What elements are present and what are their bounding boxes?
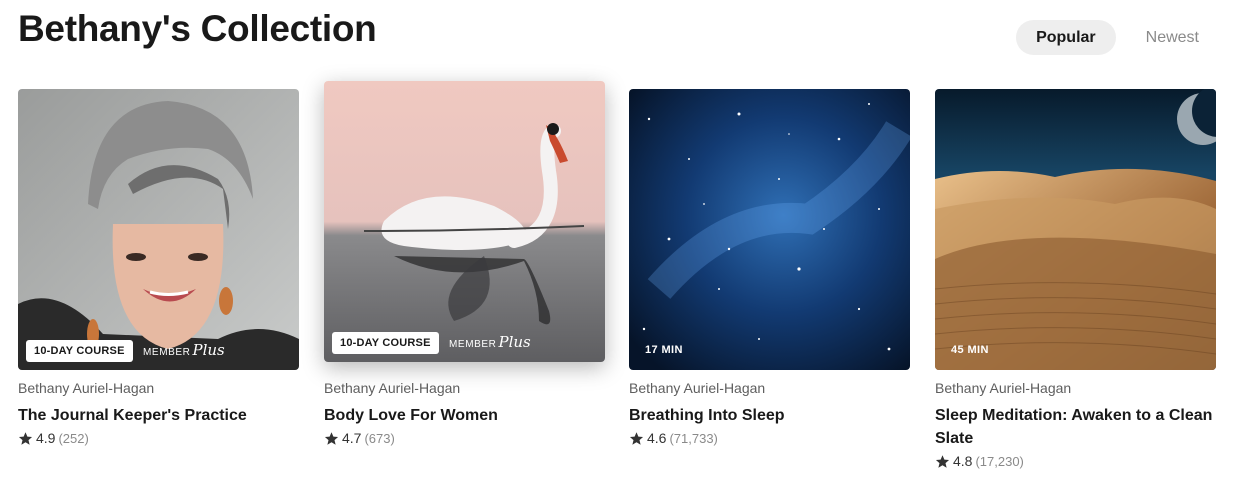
star-icon: [18, 431, 33, 445]
card-thumbnail[interactable]: 10-DAY COURSE MEMBER Plus: [18, 89, 299, 370]
card-title[interactable]: Breathing Into Sleep: [629, 404, 910, 427]
card-author[interactable]: Bethany Auriel-Hagan: [629, 380, 910, 396]
member-plus-plus-text: Plus: [192, 341, 225, 359]
rating-count: (71,733): [669, 430, 718, 446]
card-rating: 4.7 (673): [324, 430, 605, 446]
star-icon: [935, 454, 950, 468]
card-thumbnail[interactable]: 45 MIN: [935, 89, 1216, 370]
course-card[interactable]: 45 MIN Bethany Auriel-Hagan Sleep Medita…: [935, 89, 1216, 469]
card-title[interactable]: Body Love For Women: [324, 404, 605, 427]
rating-value: 4.6: [647, 430, 667, 446]
card-title[interactable]: The Journal Keeper's Practice: [18, 404, 299, 427]
card-rating: 4.8 (17,230): [935, 453, 1216, 469]
night-sky-image: [629, 89, 910, 370]
sort-popular-button[interactable]: Popular: [1016, 20, 1116, 55]
page-title: Bethany's Collection: [18, 8, 377, 49]
desert-image: [935, 89, 1216, 370]
sort-newest-button[interactable]: Newest: [1126, 20, 1219, 55]
portrait-image: [18, 89, 299, 370]
course-card[interactable]: 10-DAY COURSE MEMBER Plus Bethany Auriel…: [324, 81, 605, 446]
rating-count: (673): [364, 430, 395, 446]
course-card[interactable]: 10-DAY COURSE MEMBER Plus Bethany Auriel…: [18, 89, 299, 446]
course-card[interactable]: 17 MIN Bethany Auriel-Hagan Breathing In…: [629, 89, 910, 446]
member-plus-plus-text: Plus: [498, 333, 531, 351]
card-rating: 4.6 (71,733): [629, 430, 910, 446]
member-plus-member-text: MEMBER: [143, 347, 191, 358]
card-author[interactable]: Bethany Auriel-Hagan: [324, 380, 605, 396]
rating-value: 4.8: [953, 453, 973, 469]
rating-count: (17,230): [975, 453, 1024, 469]
duration-badge: 45 MIN: [951, 344, 989, 356]
card-author[interactable]: Bethany Auriel-Hagan: [935, 380, 1216, 396]
rating-value: 4.7: [342, 430, 362, 446]
duration-badge: 17 MIN: [645, 344, 683, 356]
sort-toggle: Popular Newest: [1016, 20, 1219, 55]
member-plus-member-text: MEMBER: [449, 339, 497, 350]
card-title[interactable]: Sleep Meditation: Awaken to a Clean Slat…: [935, 404, 1216, 450]
card-thumbnail[interactable]: 10-DAY COURSE MEMBER Plus: [324, 81, 605, 362]
card-rating: 4.9 (252): [18, 430, 299, 446]
course-badge: 10-DAY COURSE: [332, 332, 439, 354]
swan-image: [324, 81, 605, 362]
member-plus-label: MEMBER Plus: [143, 341, 225, 359]
rating-value: 4.9: [36, 430, 56, 446]
rating-count: (252): [58, 430, 89, 446]
card-thumbnail[interactable]: 17 MIN: [629, 89, 910, 370]
star-icon: [629, 431, 644, 445]
card-author[interactable]: Bethany Auriel-Hagan: [18, 380, 299, 396]
member-plus-label: MEMBER Plus: [449, 333, 531, 351]
course-badge: 10-DAY COURSE: [26, 340, 133, 362]
star-icon: [324, 431, 339, 445]
